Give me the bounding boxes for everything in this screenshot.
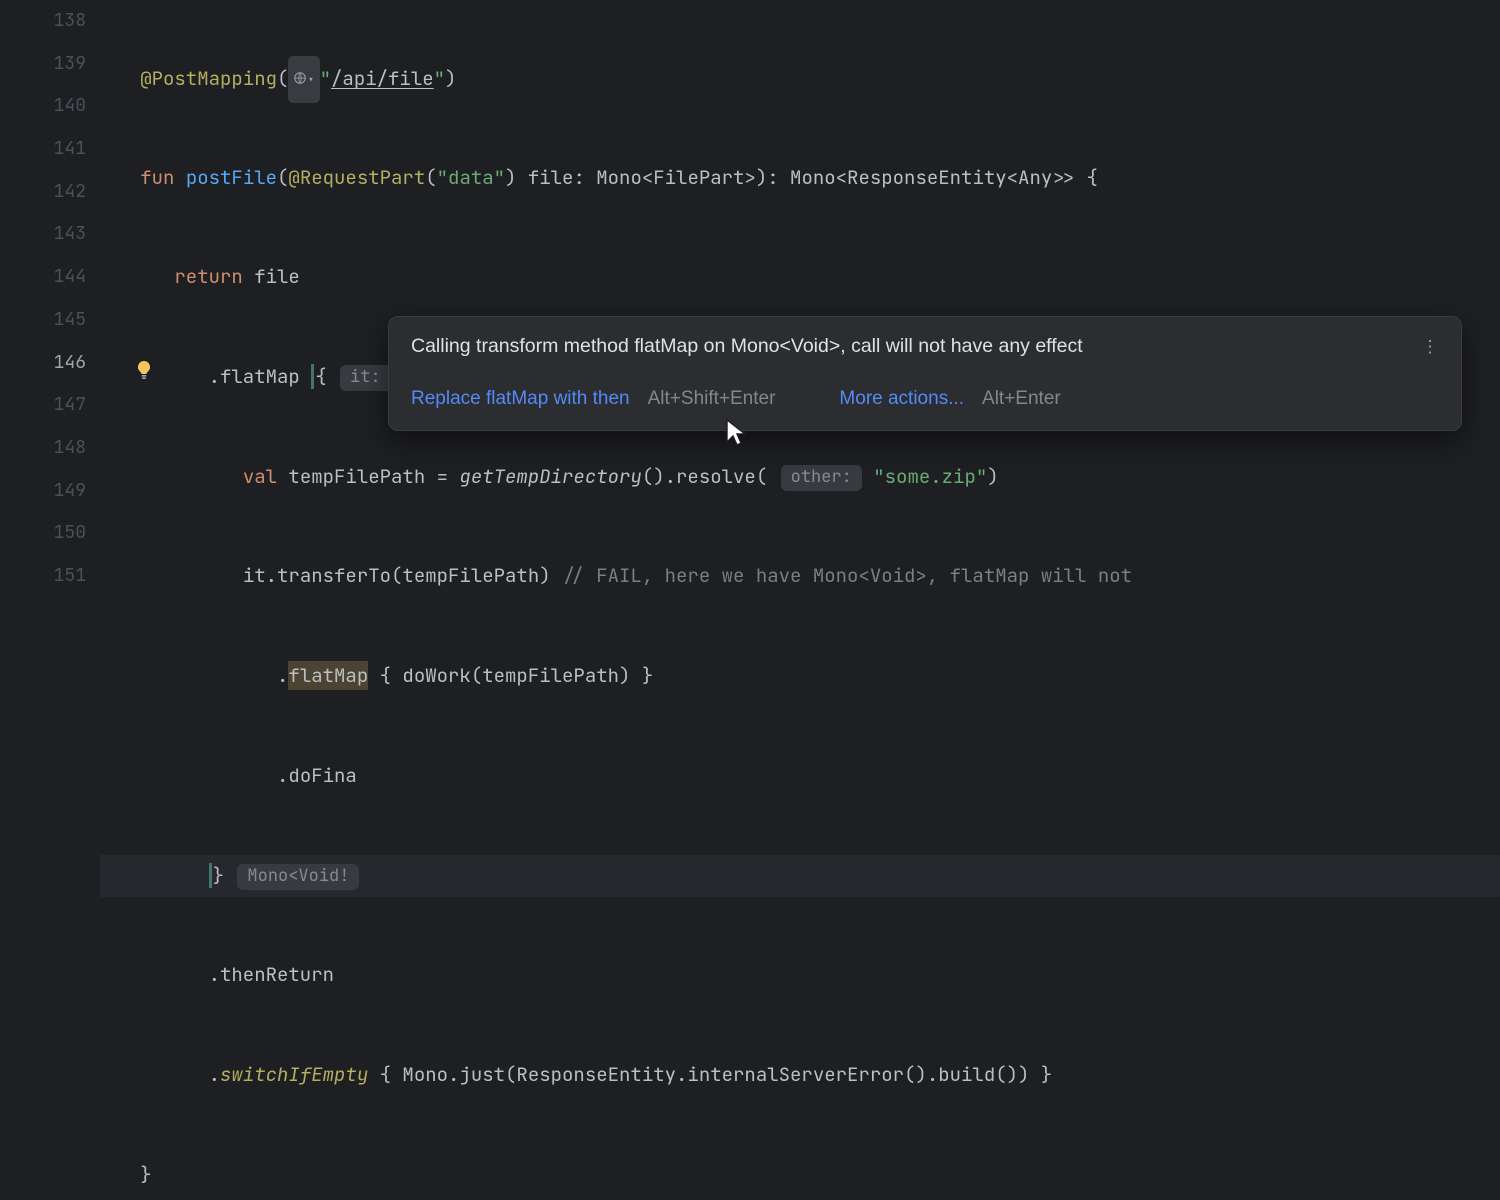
code-area[interactable]: @PostMapping(▾"/api/file") fun postFile(…	[106, 0, 1500, 1200]
shortcut-hint: Alt+Shift+Enter	[648, 389, 776, 408]
string: "data"	[437, 165, 505, 190]
line-number: 139	[0, 43, 86, 86]
url-path[interactable]: /api/file	[331, 66, 434, 91]
line-number: 140	[0, 85, 86, 128]
method-call: .flatMap	[209, 364, 312, 389]
function-name: postFile	[186, 165, 277, 190]
keyword: fun	[140, 165, 174, 190]
line-number: 147	[0, 384, 86, 427]
keyword: val	[243, 464, 277, 489]
code-line[interactable]: .thenReturn	[106, 954, 1500, 997]
quickfix-replace-action[interactable]: Replace flatMap with then	[411, 389, 630, 408]
code-line[interactable]: }	[106, 1154, 1500, 1197]
inspection-highlight[interactable]: flatMap	[288, 661, 368, 690]
line-number: 138	[0, 0, 86, 43]
brace: }	[140, 1162, 151, 1187]
annotation: @PostMapping	[140, 66, 277, 91]
method-call: getTempDirectory	[459, 464, 641, 489]
line-number: 143	[0, 213, 86, 256]
type-hint: Mono<Void!	[237, 864, 359, 890]
code-text: file: Mono<FilePart>): Mono<ResponseEnti…	[516, 165, 1097, 190]
line-number: 151	[0, 555, 86, 598]
code-line[interactable]: .doFina	[106, 755, 1500, 798]
mouse-cursor-icon	[724, 418, 748, 451]
code-text: { Mono.just(ResponseEntity.internalServe…	[368, 1062, 1052, 1087]
parameter-hint: other:	[781, 465, 862, 491]
code-line[interactable]: return file	[106, 256, 1500, 299]
line-number: 141	[0, 128, 86, 171]
brace: }	[209, 863, 224, 888]
code-editor[interactable]: 138 139 140 141 142 143 144 145 146 147 …	[0, 0, 1500, 1200]
code-text: { doWork(tempFilePath) }	[368, 663, 653, 688]
line-number: 145	[0, 299, 86, 342]
line-number: 148	[0, 427, 86, 470]
method-call: switchIfEmpty	[220, 1062, 368, 1087]
code-line[interactable]: } Mono<Void!	[100, 855, 1500, 898]
line-number: 146	[0, 342, 86, 385]
more-actions-link[interactable]: More actions...	[839, 389, 964, 408]
string: "some.zip"	[873, 464, 987, 489]
inspection-popup: Calling transform method flatMap on Mono…	[388, 316, 1462, 431]
gutter: 138 139 140 141 142 143 144 145 146 147 …	[0, 0, 106, 1200]
line-number: 142	[0, 171, 86, 214]
code-text: )	[987, 464, 998, 489]
more-vertical-icon[interactable]: ⋮	[1421, 345, 1439, 349]
line-number: 149	[0, 470, 86, 513]
line-number: 144	[0, 256, 86, 299]
keyword: return	[174, 264, 242, 289]
code-line[interactable]: .flatMap { doWork(tempFilePath) }	[106, 655, 1500, 698]
code-line[interactable]: @PostMapping(▾"/api/file")	[106, 57, 1500, 100]
annotation: @RequestPart	[288, 165, 425, 190]
code-line[interactable]: fun postFile(@RequestPart("data") file: …	[106, 157, 1500, 200]
identifier: file	[243, 264, 300, 289]
shortcut-hint: Alt+Enter	[982, 389, 1061, 408]
code-text: ().resolve(	[642, 464, 767, 489]
inspection-message: Calling transform method flatMap on Mono…	[411, 337, 1083, 357]
method-call: .thenReturn	[209, 962, 334, 987]
intention-bulb-icon[interactable]	[132, 358, 156, 382]
code-line[interactable]: val tempFilePath = getTempDirectory().re…	[106, 456, 1500, 499]
identifier: tempFilePath =	[277, 464, 459, 489]
url-inlay-icon[interactable]: ▾	[288, 56, 319, 103]
code-line[interactable]: it.transferTo(tempFilePath) // FAIL, her…	[106, 555, 1500, 598]
comment: // FAIL, here we have Mono<Void>, flatMa…	[562, 563, 1132, 588]
method-call: .doFina	[277, 763, 357, 788]
code-text: it.transferTo(tempFilePath)	[243, 563, 562, 588]
code-line[interactable]: .switchIfEmpty { Mono.just(ResponseEntit…	[106, 1054, 1500, 1097]
line-number: 150	[0, 512, 86, 555]
